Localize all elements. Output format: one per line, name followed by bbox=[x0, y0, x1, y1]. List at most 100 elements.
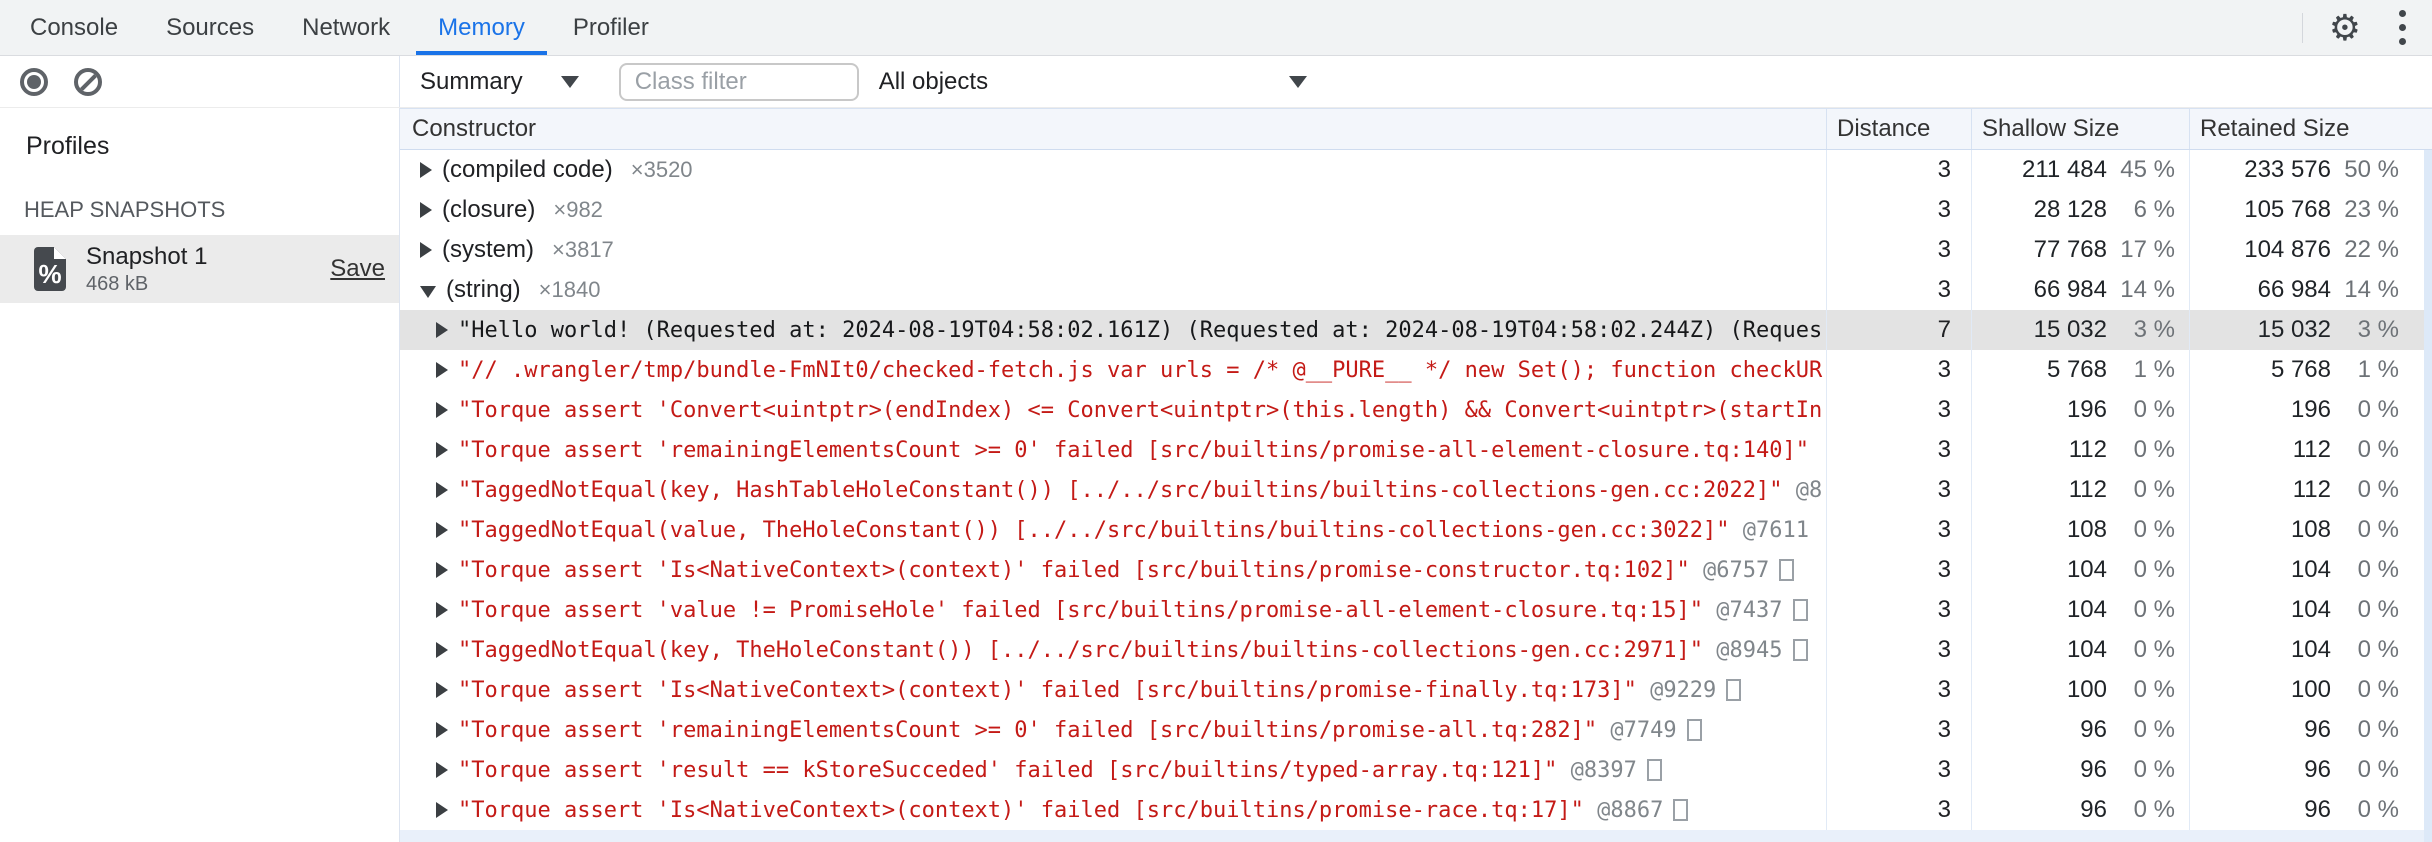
expand-arrow-icon[interactable] bbox=[436, 322, 448, 338]
object-id: @7749 bbox=[1597, 717, 1677, 743]
expand-arrow-icon[interactable] bbox=[436, 682, 448, 698]
expand-arrow-icon[interactable] bbox=[436, 802, 448, 818]
expand-arrow-icon[interactable] bbox=[420, 202, 432, 218]
objects-scope-select[interactable]: All objects bbox=[879, 68, 1307, 96]
clear-profiles-icon[interactable] bbox=[74, 67, 102, 96]
shallow-size-cell: 104 0 % bbox=[1971, 590, 2189, 630]
snapshot-item[interactable]: % Snapshot 1 468 kB Save bbox=[0, 235, 399, 303]
retained-size-percent: 23 % bbox=[2344, 196, 2399, 223]
save-link[interactable]: Save bbox=[330, 255, 385, 283]
settings-gear-icon[interactable]: ⚙︎ bbox=[2329, 9, 2361, 46]
expand-arrow-icon[interactable] bbox=[436, 762, 448, 778]
chevron-down-icon bbox=[1288, 75, 1307, 88]
table-row[interactable]: (system) ×3817 3 77 768 17 % 104 876 22 % bbox=[400, 230, 2432, 270]
column-header-distance[interactable]: Distance bbox=[1826, 109, 1971, 149]
expand-arrow-icon[interactable] bbox=[436, 642, 448, 658]
expand-arrow-icon[interactable] bbox=[436, 602, 448, 618]
string-value: "TaggedNotEqual(key, TheHoleConstant()) … bbox=[458, 637, 1704, 663]
tab-network[interactable]: Network bbox=[278, 0, 414, 55]
table-row[interactable]: "TaggedNotEqual(value, TheHoleConstant()… bbox=[400, 510, 2432, 550]
string-value: "Torque assert 'Convert<uintptr>(endInde… bbox=[458, 397, 1823, 423]
table-row[interactable]: "Torque assert 'result == kStoreSucceded… bbox=[400, 750, 2432, 790]
shallow-size-percent: 1 % bbox=[2133, 356, 2175, 383]
retained-size-value: 100 bbox=[2290, 676, 2331, 703]
retained-size-cell: 66 984 14 % bbox=[2189, 270, 2432, 310]
retained-size-cell: 112 0 % bbox=[2189, 470, 2432, 510]
shallow-size-value: 28 128 bbox=[2033, 196, 2107, 223]
table-row[interactable]: "Hello world! (Requested at: 2024-08-19T… bbox=[400, 310, 2432, 350]
object-link-icon bbox=[1686, 719, 1702, 741]
tab-memory[interactable]: Memory bbox=[414, 0, 549, 55]
expand-arrow-icon[interactable] bbox=[436, 482, 448, 498]
retained-size-value: 96 bbox=[2304, 716, 2331, 743]
shallow-size-percent: 0 % bbox=[2133, 436, 2175, 463]
collapse-arrow-icon[interactable] bbox=[420, 286, 436, 298]
expand-arrow-icon[interactable] bbox=[436, 442, 448, 458]
retained-size-value: 5 768 bbox=[2270, 356, 2331, 383]
table-row[interactable]: (closure) ×982 3 28 128 6 % 105 768 23 % bbox=[400, 190, 2432, 230]
expand-arrow-icon[interactable] bbox=[420, 242, 432, 258]
horizontal-scrollbar-track[interactable] bbox=[400, 830, 2432, 842]
string-value: "// .wrangler/tmp/bundle-FmNIt0/checked-… bbox=[458, 357, 1823, 383]
table-row[interactable]: "Torque assert 'Is<NativeContext>(contex… bbox=[400, 550, 2432, 590]
table-row[interactable]: "// .wrangler/tmp/bundle-FmNIt0/checked-… bbox=[400, 350, 2432, 390]
more-menu-icon[interactable] bbox=[2391, 6, 2414, 49]
expand-arrow-icon[interactable] bbox=[436, 562, 448, 578]
shallow-size-cell: 66 984 14 % bbox=[1971, 270, 2189, 310]
table-row[interactable]: (string) ×1840 3 66 984 14 % 66 984 14 % bbox=[400, 270, 2432, 310]
distance-cell: 3 bbox=[1826, 350, 1971, 390]
expand-arrow-icon[interactable] bbox=[436, 362, 448, 378]
string-value: "TaggedNotEqual(key, HashTableHoleConsta… bbox=[458, 477, 1783, 503]
shallow-size-value: 108 bbox=[2066, 516, 2107, 543]
distance-cell: 3 bbox=[1826, 550, 1971, 590]
retained-size-cell: 196 0 % bbox=[2189, 390, 2432, 430]
constructor-cell: (closure) ×982 bbox=[400, 190, 1826, 230]
constructor-cell: "// .wrangler/tmp/bundle-FmNIt0/checked-… bbox=[400, 350, 1826, 390]
retained-size-percent: 0 % bbox=[2357, 596, 2399, 623]
table-row[interactable]: "Torque assert 'value != PromiseHole' fa… bbox=[400, 590, 2432, 630]
class-filter-input[interactable] bbox=[618, 62, 859, 101]
table-row[interactable]: "TaggedNotEqual(key, HashTableHoleConsta… bbox=[400, 470, 2432, 510]
table-row[interactable]: "Torque assert 'remainingElementsCount >… bbox=[400, 430, 2432, 470]
retained-size-value: 112 bbox=[2292, 476, 2331, 503]
expand-arrow-icon[interactable] bbox=[436, 402, 448, 418]
tab-profiler[interactable]: Profiler bbox=[549, 0, 673, 55]
shallow-size-value: 196 bbox=[2066, 396, 2107, 423]
table-row[interactable]: "Torque assert 'Convert<uintptr>(endInde… bbox=[400, 390, 2432, 430]
shallow-size-value: 96 bbox=[2080, 756, 2107, 783]
distance-value: 3 bbox=[1937, 156, 1951, 183]
expand-arrow-icon[interactable] bbox=[436, 522, 448, 538]
retained-size-percent: 0 % bbox=[2357, 676, 2399, 703]
tab-console[interactable]: Console bbox=[6, 0, 142, 55]
shallow-size-cell: 108 0 % bbox=[1971, 510, 2189, 550]
profiles-heading: Profiles bbox=[26, 132, 110, 160]
perspective-select[interactable]: Summary bbox=[420, 68, 579, 96]
constructor-cell: "Torque assert 'Is<NativeContext>(contex… bbox=[400, 670, 1826, 710]
table-row[interactable]: (compiled code) ×3520 3 211 484 45 % 233 576 5… bbox=[400, 150, 2432, 190]
tab-sources[interactable]: Sources bbox=[142, 0, 278, 55]
shallow-size-percent: 0 % bbox=[2133, 796, 2175, 823]
expand-arrow-icon[interactable] bbox=[436, 722, 448, 738]
retained-size-value: 104 bbox=[2290, 596, 2331, 623]
heap-snapshot-grid: Constructor Distance Shallow Size Retain… bbox=[400, 108, 2432, 842]
vertical-scrollbar-track[interactable] bbox=[2424, 150, 2432, 842]
toolbar-divider bbox=[2301, 12, 2303, 43]
instance-count: ×3520 bbox=[630, 157, 693, 182]
shallow-size-cell: 100 0 % bbox=[1971, 670, 2189, 710]
table-row[interactable]: "Torque assert 'Is<NativeContext>(contex… bbox=[400, 670, 2432, 710]
object-id: @8945 bbox=[1703, 637, 1783, 663]
column-header-constructor[interactable]: Constructor bbox=[400, 115, 1826, 143]
table-row[interactable]: "Torque assert 'Is<NativeContext>(contex… bbox=[400, 790, 2432, 830]
column-header-shallow-size[interactable]: Shallow Size bbox=[1971, 109, 2189, 149]
table-row[interactable]: "Torque assert 'remainingElementsCount >… bbox=[400, 710, 2432, 750]
shallow-size-value: 112 bbox=[2068, 436, 2107, 463]
retained-size-value: 105 768 bbox=[2244, 196, 2331, 223]
expand-arrow-icon[interactable] bbox=[420, 162, 432, 178]
object-link-icon bbox=[1792, 599, 1808, 621]
distance-value: 3 bbox=[1937, 396, 1951, 423]
column-header-retained-size[interactable]: Retained Size bbox=[2189, 109, 2432, 149]
record-heap-snapshot-icon[interactable] bbox=[20, 67, 48, 96]
grid-header: Constructor Distance Shallow Size Retain… bbox=[400, 108, 2432, 150]
table-row[interactable]: "TaggedNotEqual(key, TheHoleConstant()) … bbox=[400, 630, 2432, 670]
shallow-size-percent: 3 % bbox=[2133, 316, 2175, 343]
